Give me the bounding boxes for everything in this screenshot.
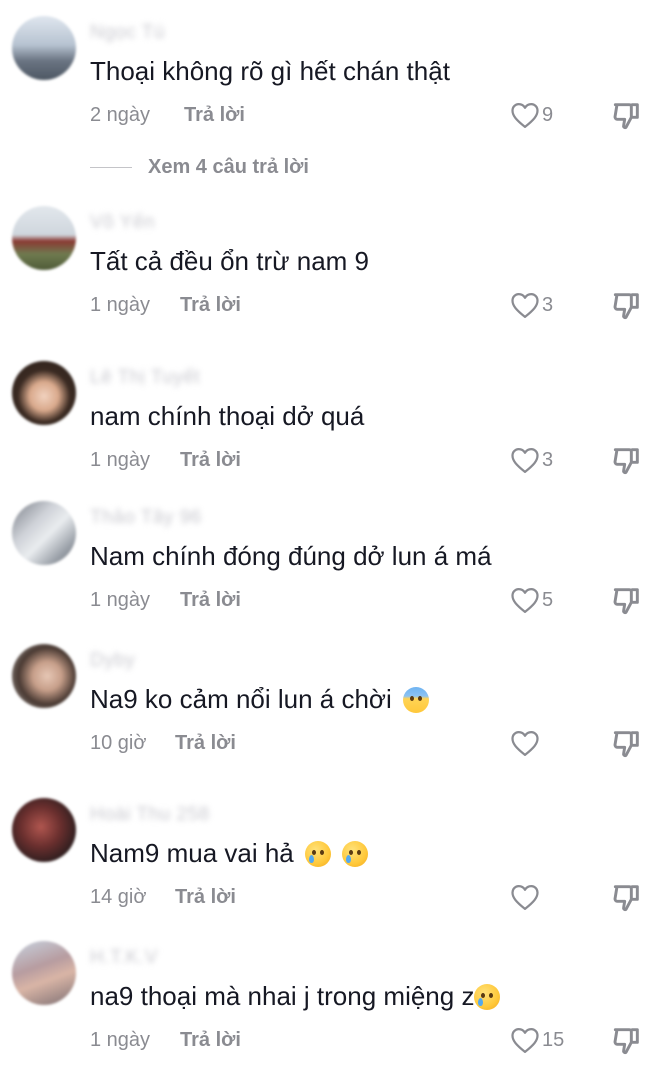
comment-item: H.T.K.V na9 thoại mà nhai j trong miệng … [0, 925, 660, 1065]
like-count: 9 [542, 103, 554, 126]
heart-icon [511, 448, 539, 473]
reply-button[interactable]: Trả lời [180, 294, 241, 317]
comment-text-body: Na9 ko cảm nổi lun á chời [90, 684, 392, 714]
reply-button[interactable]: Trả lời [180, 1029, 241, 1052]
dislike-icon[interactable] [610, 728, 642, 760]
comment-username[interactable]: Lê Thị Tuyết [90, 367, 200, 389]
comment-item: Võ Yến Tất cả đều ổn trừ nam 9 1 ngày Tr… [0, 190, 660, 330]
comment-text: Nam9 mua vai hả [90, 838, 369, 868]
comment-text: Na9 ko cảm nổi lun á chời [90, 684, 429, 714]
like-count: 3 [542, 448, 554, 471]
comment-time: 2 ngày [90, 104, 151, 126]
comment-time: 1 ngày [90, 449, 151, 471]
crying-face-emoji [305, 841, 331, 867]
comment-text: Thoại không rõ gì hết chán thật [90, 56, 450, 86]
heart-icon [511, 588, 539, 613]
view-replies-label: Xem 4 câu trả lời [148, 155, 309, 178]
comment-username[interactable]: Dyby [90, 650, 135, 672]
reply-button[interactable]: Trả lời [184, 104, 245, 127]
like-count: 15 [542, 1028, 565, 1051]
comment-item: Lê Thị Tuyết nam chính thoại dở quá 1 ng… [0, 345, 660, 485]
avatar[interactable] [12, 16, 76, 80]
heart-icon [511, 1028, 539, 1053]
crying-face-emoji [342, 841, 369, 867]
avatar[interactable] [12, 798, 76, 862]
comment-item: Thảo Tây 96 Nam chính đóng đúng dở lun á… [0, 485, 660, 625]
reply-button[interactable]: Trả lời [180, 449, 241, 472]
like-button[interactable]: 9 [510, 100, 553, 130]
comment-time: 1 ngày [90, 294, 151, 316]
comment-time: 10 giờ [90, 732, 147, 754]
dislike-icon[interactable] [610, 585, 642, 617]
comment-username[interactable]: Võ Yến [90, 212, 155, 234]
reply-button[interactable]: Trả lời [175, 732, 236, 755]
reply-button[interactable]: Trả lời [180, 589, 241, 612]
dislike-icon[interactable] [610, 290, 642, 322]
like-button[interactable]: 15 [510, 1025, 564, 1055]
like-count: 3 [542, 293, 554, 316]
like-button[interactable] [510, 728, 540, 758]
like-count: 5 [542, 588, 554, 611]
avatar[interactable] [12, 361, 76, 425]
avatar[interactable] [12, 501, 76, 565]
like-button[interactable]: 3 [510, 290, 553, 320]
heart-icon [511, 293, 539, 318]
heart-icon [511, 103, 539, 128]
comment-text: na9 thoại mà nhai j trong miệng z [90, 981, 501, 1011]
comment-text: Nam chính đóng đúng dở lun á má [90, 541, 492, 571]
comment-username[interactable]: Hoài Thu 258 [90, 804, 210, 826]
dislike-icon[interactable] [610, 1025, 642, 1057]
like-button[interactable]: 5 [510, 585, 553, 615]
like-button[interactable] [510, 882, 540, 912]
comment-username[interactable]: Ngọc Tú [90, 22, 165, 44]
heart-icon [511, 731, 539, 756]
comment-item: Dyby Na9 ko cảm nổi lun á chời 10 giờ Tr… [0, 628, 660, 768]
comment-time: 1 ngày [90, 1029, 151, 1051]
comment-time: 14 giờ [90, 886, 147, 908]
dislike-icon[interactable] [610, 100, 642, 132]
comment-item: Hoài Thu 258 Nam9 mua vai hả 14 giờ Trả … [0, 782, 660, 922]
comment-text-body: na9 thoại mà nhai j trong miệng z [90, 981, 475, 1011]
dislike-icon[interactable] [610, 882, 642, 914]
comment-username[interactable]: H.T.K.V [90, 947, 158, 969]
comment-text: Tất cả đều ổn trừ nam 9 [90, 246, 369, 276]
view-replies-button[interactable]: Xem 4 câu trả lời [90, 152, 309, 182]
avatar[interactable] [12, 644, 76, 708]
heart-icon [511, 885, 539, 910]
comment-text: nam chính thoại dở quá [90, 401, 365, 431]
like-button[interactable]: 3 [510, 445, 553, 475]
comment-text-body: Nam9 mua vai hả [90, 838, 294, 868]
comment-time: 1 ngày [90, 589, 151, 611]
crying-face-emoji [474, 984, 501, 1010]
fearful-face-emoji [403, 687, 429, 713]
divider [90, 166, 132, 168]
comment-username[interactable]: Thảo Tây 96 [90, 507, 202, 529]
avatar[interactable] [12, 941, 76, 1005]
reply-button[interactable]: Trả lời [175, 886, 236, 909]
dislike-icon[interactable] [610, 445, 642, 477]
avatar[interactable] [12, 206, 76, 270]
comment-item: Ngọc Tú Thoại không rõ gì hết chán thật … [0, 0, 660, 140]
